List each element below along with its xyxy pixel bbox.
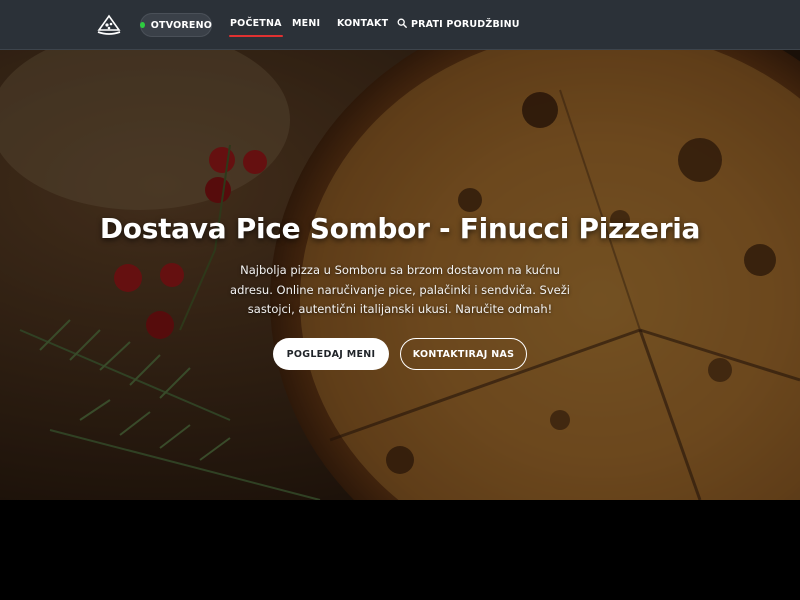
pizza-logo-icon[interactable] — [96, 12, 122, 38]
nav-link-track-order[interactable]: PRATI PORUDŽBINU — [397, 18, 520, 31]
top-navbar: OTVORENO POČETNA MENI KONTAKT PRATI PORU… — [0, 0, 800, 50]
status-label: OTVORENO — [150, 19, 212, 31]
hero-section: Dostava Pice Sombor - Finucci Pizzeria N… — [0, 50, 800, 500]
status-dot-icon — [140, 22, 145, 28]
hero-description: Najbolja pizza u Somboru sa brzom dostav… — [230, 263, 570, 316]
nav-link-contact[interactable]: KONTAKT — [337, 18, 388, 29]
track-order-label: PRATI PORUDŽBINU — [411, 19, 520, 30]
nav-link-menu[interactable]: MENI — [292, 18, 320, 29]
hero-title: Dostava Pice Sombor - Finucci Pizzeria — [99, 212, 701, 245]
below-hero-area — [0, 500, 800, 600]
open-status-badge: OTVORENO — [140, 13, 212, 37]
page: OTVORENO POČETNA MENI KONTAKT PRATI PORU… — [0, 0, 800, 600]
contact-us-button[interactable]: KONTAKTIRAJ NAS — [400, 338, 527, 370]
nav-link-home[interactable]: POČETNA — [229, 18, 283, 37]
search-icon — [397, 18, 407, 31]
view-menu-button[interactable]: POGLEDAJ MENI — [273, 338, 389, 370]
